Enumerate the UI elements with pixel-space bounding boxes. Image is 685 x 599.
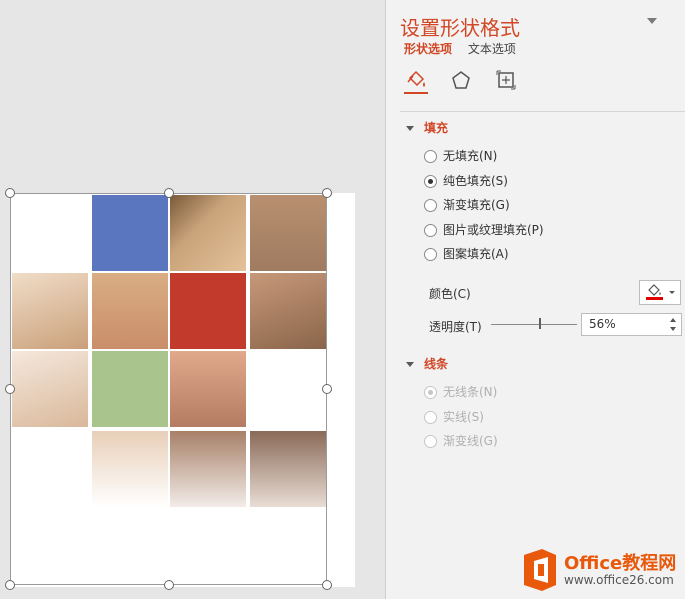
- radio-label: 图案填充(A): [443, 247, 509, 261]
- resize-handle[interactable]: [5, 188, 15, 198]
- radio-gradient-line[interactable]: 渐变线(G): [424, 432, 498, 450]
- transparency-input[interactable]: 56%: [581, 313, 682, 336]
- radio-circle-icon: [424, 435, 437, 448]
- fill-bucket-icon[interactable]: [404, 68, 428, 94]
- resize-handle[interactable]: [5, 384, 15, 394]
- resize-handle[interactable]: [322, 188, 332, 198]
- radio-circle-icon: [424, 150, 437, 163]
- radio-gradient-fill[interactable]: 渐变填充(G): [424, 196, 510, 214]
- watermark-logo: Office教程网 www.office26.com: [520, 547, 680, 597]
- pentagon-effects-icon[interactable]: [449, 68, 473, 92]
- radio-circle-icon: [424, 248, 437, 261]
- radio-label: 实线(S): [443, 410, 484, 424]
- radio-circle-icon: [424, 199, 437, 212]
- panel-dropdown-icon[interactable]: [647, 18, 657, 24]
- fill-section-header[interactable]: 填充: [406, 119, 448, 136]
- radio-circle-icon: [424, 386, 437, 399]
- radio-label: 无填充(N): [443, 149, 498, 163]
- radio-no-fill[interactable]: 无填充(N): [424, 147, 497, 165]
- line-section-header[interactable]: 线条: [406, 355, 448, 372]
- panel-tabs: 形状选项 文本选项: [404, 40, 528, 57]
- format-shape-panel: 设置形状格式 形状选项 文本选项 填充 无填充(N) 纯色填充(S) 渐变填充(…: [385, 0, 685, 599]
- transparency-label: 透明度(T): [429, 320, 482, 334]
- transparency-slider-thumb[interactable]: [539, 318, 541, 329]
- panel-divider: [400, 111, 685, 112]
- spin-down-icon[interactable]: [670, 327, 676, 331]
- collapse-icon: [406, 126, 414, 131]
- color-picker-button[interactable]: [639, 280, 681, 305]
- panel-title: 设置形状格式: [400, 16, 520, 40]
- radio-circle-icon: [424, 175, 437, 188]
- line-header-label: 线条: [424, 357, 449, 371]
- color-label: 颜色(C): [429, 287, 471, 301]
- selection-border: [10, 193, 327, 585]
- tab-shape-options[interactable]: 形状选项: [404, 40, 452, 57]
- radio-label: 渐变填充(G): [443, 198, 510, 212]
- radio-label: 图片或纹理填充(P): [443, 223, 544, 237]
- tab-text-options[interactable]: 文本选项: [468, 40, 516, 57]
- radio-label: 无线条(N): [443, 385, 498, 399]
- paint-bucket-icon: [646, 284, 675, 300]
- transparency-value: 56%: [589, 317, 616, 331]
- resize-handle[interactable]: [322, 580, 332, 590]
- radio-solid-fill[interactable]: 纯色填充(S): [424, 172, 508, 190]
- resize-handle[interactable]: [164, 580, 174, 590]
- resize-handle[interactable]: [5, 580, 15, 590]
- radio-no-line[interactable]: 无线条(N): [424, 383, 497, 401]
- watermark-brand: Office教程网: [564, 553, 677, 574]
- radio-circle-icon: [424, 411, 437, 424]
- radio-label: 纯色填充(S): [443, 174, 508, 188]
- radio-solid-line[interactable]: 实线(S): [424, 408, 484, 426]
- radio-pattern-fill[interactable]: 图案填充(A): [424, 245, 509, 263]
- panel-icon-tabs: [404, 68, 534, 94]
- slide-canvas: [0, 0, 384, 599]
- spin-up-icon[interactable]: [670, 318, 676, 322]
- resize-handle[interactable]: [164, 188, 174, 198]
- radio-circle-icon: [424, 224, 437, 237]
- resize-handle[interactable]: [322, 384, 332, 394]
- size-properties-icon[interactable]: [494, 68, 518, 92]
- fill-header-label: 填充: [424, 121, 449, 135]
- collapse-icon: [406, 362, 414, 367]
- radio-label: 渐变线(G): [443, 434, 498, 448]
- radio-picture-fill[interactable]: 图片或纹理填充(P): [424, 221, 544, 239]
- transparency-slider-track[interactable]: [491, 324, 577, 325]
- watermark-url: www.office26.com: [564, 573, 674, 587]
